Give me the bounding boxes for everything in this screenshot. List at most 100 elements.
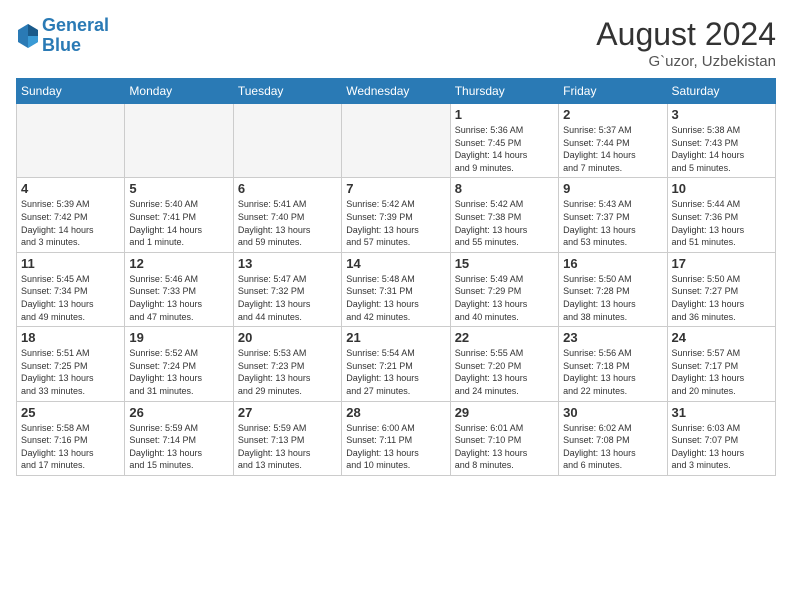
calendar-cell: 20 Sunrise: 5:53 AM Sunset: 7:23 PM Dayli…	[233, 327, 341, 401]
header: General Blue August 2024 G`uzor, Uzbekis…	[16, 16, 776, 70]
day-info: Sunrise: 5:36 AM Sunset: 7:45 PM Dayligh…	[455, 124, 554, 174]
day-info: Sunrise: 5:40 AM Sunset: 7:41 PM Dayligh…	[129, 198, 228, 248]
day-info: Sunrise: 5:59 AM Sunset: 7:13 PM Dayligh…	[238, 422, 337, 472]
calendar-cell: 11 Sunrise: 5:45 AM Sunset: 7:34 PM Dayli…	[17, 252, 125, 326]
calendar-cell: 9 Sunrise: 5:43 AM Sunset: 7:37 PM Daylig…	[559, 178, 667, 252]
calendar-cell	[125, 104, 233, 178]
day-number: 14	[346, 256, 445, 271]
calendar-cell: 17 Sunrise: 5:50 AM Sunset: 7:27 PM Dayli…	[667, 252, 775, 326]
day-number: 9	[563, 181, 662, 196]
calendar-header-sunday: Sunday	[17, 79, 125, 104]
day-number: 17	[672, 256, 771, 271]
day-number: 7	[346, 181, 445, 196]
day-info: Sunrise: 5:59 AM Sunset: 7:14 PM Dayligh…	[129, 422, 228, 472]
day-info: Sunrise: 5:49 AM Sunset: 7:29 PM Dayligh…	[455, 273, 554, 323]
calendar-cell: 19 Sunrise: 5:52 AM Sunset: 7:24 PM Dayli…	[125, 327, 233, 401]
calendar-header-tuesday: Tuesday	[233, 79, 341, 104]
day-info: Sunrise: 5:43 AM Sunset: 7:37 PM Dayligh…	[563, 198, 662, 248]
calendar-header-thursday: Thursday	[450, 79, 558, 104]
calendar-cell: 10 Sunrise: 5:44 AM Sunset: 7:36 PM Dayli…	[667, 178, 775, 252]
day-number: 22	[455, 330, 554, 345]
calendar-cell: 28 Sunrise: 6:00 AM Sunset: 7:11 PM Dayli…	[342, 401, 450, 475]
day-info: Sunrise: 5:44 AM Sunset: 7:36 PM Dayligh…	[672, 198, 771, 248]
calendar-cell: 12Sunrise: 5:46 AM Sunset: 7:33 PM Dayli…	[125, 252, 233, 326]
title-block: August 2024 G`uzor, Uzbekistan	[596, 16, 776, 70]
calendar-cell	[233, 104, 341, 178]
day-info: Sunrise: 5:50 AM Sunset: 7:28 PM Dayligh…	[563, 273, 662, 323]
day-number: 3	[672, 107, 771, 122]
calendar-cell: 6Sunrise: 5:41 AM Sunset: 7:40 PM Daylig…	[233, 178, 341, 252]
day-number: 26	[129, 405, 228, 420]
day-number: 2	[563, 107, 662, 122]
calendar-cell: 13 Sunrise: 5:47 AM Sunset: 7:32 PM Dayli…	[233, 252, 341, 326]
day-info: Sunrise: 5:48 AM Sunset: 7:31 PM Dayligh…	[346, 273, 445, 323]
week-row-2: 4 Sunrise: 5:39 AM Sunset: 7:42 PM Daylig…	[17, 178, 776, 252]
day-info: Sunrise: 5:50 AM Sunset: 7:27 PM Dayligh…	[672, 273, 771, 323]
week-row-5: 25Sunrise: 5:58 AM Sunset: 7:16 PM Dayli…	[17, 401, 776, 475]
week-row-4: 18Sunrise: 5:51 AM Sunset: 7:25 PM Dayli…	[17, 327, 776, 401]
calendar-cell	[342, 104, 450, 178]
day-info: Sunrise: 5:45 AM Sunset: 7:34 PM Dayligh…	[21, 273, 120, 323]
day-number: 18	[21, 330, 120, 345]
day-number: 4	[21, 181, 120, 196]
calendar-cell: 18Sunrise: 5:51 AM Sunset: 7:25 PM Dayli…	[17, 327, 125, 401]
day-number: 31	[672, 405, 771, 420]
day-number: 5	[129, 181, 228, 196]
calendar-cell: 14 Sunrise: 5:48 AM Sunset: 7:31 PM Dayli…	[342, 252, 450, 326]
day-number: 27	[238, 405, 337, 420]
day-info: Sunrise: 5:55 AM Sunset: 7:20 PM Dayligh…	[455, 347, 554, 397]
day-number: 21	[346, 330, 445, 345]
calendar-cell: 25Sunrise: 5:58 AM Sunset: 7:16 PM Dayli…	[17, 401, 125, 475]
day-info: Sunrise: 5:57 AM Sunset: 7:17 PM Dayligh…	[672, 347, 771, 397]
calendar-cell: 24Sunrise: 5:57 AM Sunset: 7:17 PM Dayli…	[667, 327, 775, 401]
calendar-cell: 30Sunrise: 6:02 AM Sunset: 7:08 PM Dayli…	[559, 401, 667, 475]
day-info: Sunrise: 6:01 AM Sunset: 7:10 PM Dayligh…	[455, 422, 554, 472]
logo: General Blue	[16, 16, 109, 56]
day-info: Sunrise: 5:53 AM Sunset: 7:23 PM Dayligh…	[238, 347, 337, 397]
day-number: 13	[238, 256, 337, 271]
calendar-cell: 27 Sunrise: 5:59 AM Sunset: 7:13 PM Dayli…	[233, 401, 341, 475]
day-info: Sunrise: 5:39 AM Sunset: 7:42 PM Dayligh…	[21, 198, 120, 248]
day-info: Sunrise: 5:52 AM Sunset: 7:24 PM Dayligh…	[129, 347, 228, 397]
day-number: 11	[21, 256, 120, 271]
calendar-cell: 2 Sunrise: 5:37 AM Sunset: 7:44 PM Daylig…	[559, 104, 667, 178]
logo-icon	[16, 22, 40, 50]
day-number: 29	[455, 405, 554, 420]
day-number: 23	[563, 330, 662, 345]
day-info: Sunrise: 5:41 AM Sunset: 7:40 PM Dayligh…	[238, 198, 337, 248]
day-number: 25	[21, 405, 120, 420]
calendar-cell: 4 Sunrise: 5:39 AM Sunset: 7:42 PM Daylig…	[17, 178, 125, 252]
day-number: 30	[563, 405, 662, 420]
calendar: SundayMondayTuesdayWednesdayThursdayFrid…	[16, 78, 776, 476]
day-number: 16	[563, 256, 662, 271]
day-info: Sunrise: 6:00 AM Sunset: 7:11 PM Dayligh…	[346, 422, 445, 472]
calendar-header-monday: Monday	[125, 79, 233, 104]
week-row-1: 1Sunrise: 5:36 AM Sunset: 7:45 PM Daylig…	[17, 104, 776, 178]
calendar-cell: 29 Sunrise: 6:01 AM Sunset: 7:10 PM Dayli…	[450, 401, 558, 475]
calendar-header-wednesday: Wednesday	[342, 79, 450, 104]
day-number: 20	[238, 330, 337, 345]
day-info: Sunrise: 5:56 AM Sunset: 7:18 PM Dayligh…	[563, 347, 662, 397]
calendar-cell: 23 Sunrise: 5:56 AM Sunset: 7:18 PM Dayli…	[559, 327, 667, 401]
day-info: Sunrise: 5:38 AM Sunset: 7:43 PM Dayligh…	[672, 124, 771, 174]
calendar-cell: 21Sunrise: 5:54 AM Sunset: 7:21 PM Dayli…	[342, 327, 450, 401]
day-number: 8	[455, 181, 554, 196]
day-number: 10	[672, 181, 771, 196]
calendar-cell: 1Sunrise: 5:36 AM Sunset: 7:45 PM Daylig…	[450, 104, 558, 178]
calendar-cell: 5 Sunrise: 5:40 AM Sunset: 7:41 PM Daylig…	[125, 178, 233, 252]
day-info: Sunrise: 5:37 AM Sunset: 7:44 PM Dayligh…	[563, 124, 662, 174]
day-number: 12	[129, 256, 228, 271]
calendar-cell: 31Sunrise: 6:03 AM Sunset: 7:07 PM Dayli…	[667, 401, 775, 475]
day-number: 28	[346, 405, 445, 420]
day-info: Sunrise: 5:47 AM Sunset: 7:32 PM Dayligh…	[238, 273, 337, 323]
page: General Blue August 2024 G`uzor, Uzbekis…	[0, 0, 792, 612]
calendar-cell: 22 Sunrise: 5:55 AM Sunset: 7:20 PM Dayli…	[450, 327, 558, 401]
calendar-header-row: SundayMondayTuesdayWednesdayThursdayFrid…	[17, 79, 776, 104]
calendar-cell: 16 Sunrise: 5:50 AM Sunset: 7:28 PM Dayli…	[559, 252, 667, 326]
day-number: 19	[129, 330, 228, 345]
calendar-header-saturday: Saturday	[667, 79, 775, 104]
day-info: Sunrise: 5:42 AM Sunset: 7:38 PM Dayligh…	[455, 198, 554, 248]
calendar-cell: 15Sunrise: 5:49 AM Sunset: 7:29 PM Dayli…	[450, 252, 558, 326]
calendar-cell: 26 Sunrise: 5:59 AM Sunset: 7:14 PM Dayli…	[125, 401, 233, 475]
calendar-cell: 3 Sunrise: 5:38 AM Sunset: 7:43 PM Daylig…	[667, 104, 775, 178]
